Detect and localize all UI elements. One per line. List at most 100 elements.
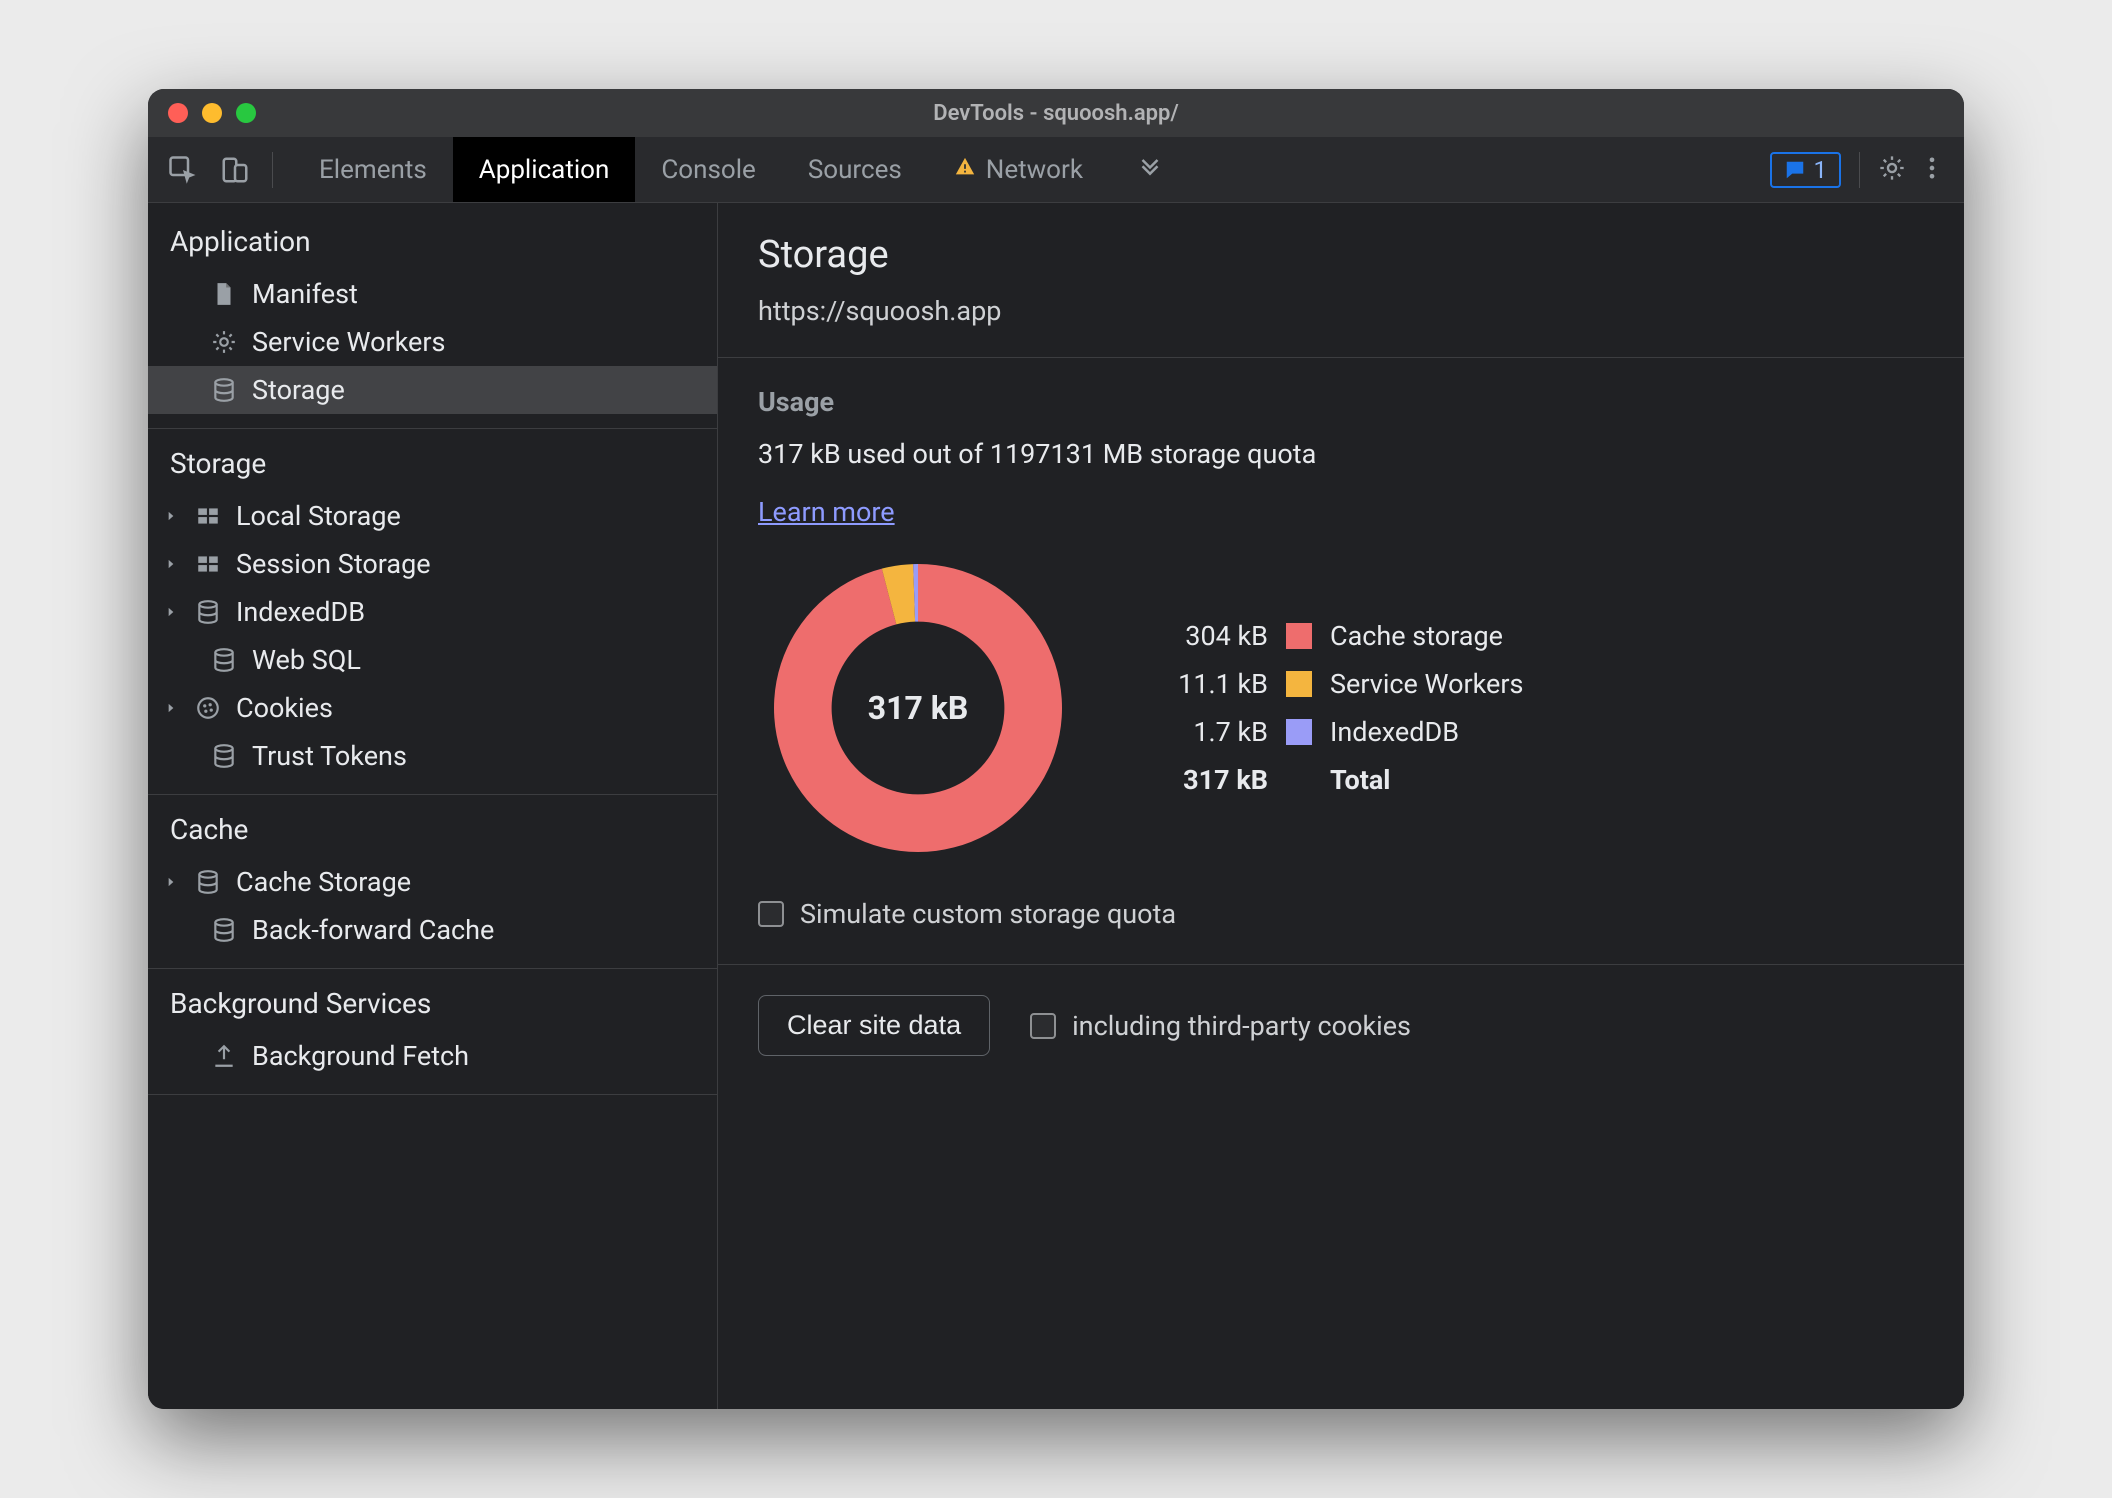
application-sidebar: Application Manifest Service Workers Storag… [148,203,718,1409]
legend-size: 11.1 kB [1138,668,1268,700]
tab-elements[interactable]: Elements [293,137,453,202]
gear-icon [210,328,238,356]
legend-row-total: 317 kB Total [1138,756,1523,804]
sidebar-item-storage[interactable]: Storage [148,366,717,414]
sidebar-item-manifest[interactable]: Manifest [148,270,717,318]
usage-heading: Usage [758,386,1924,418]
toolbar-divider [1859,152,1860,188]
sidebar-item-back-forward-cache[interactable]: Back-forward Cache [148,906,717,954]
sidebar-item-label: Back-forward Cache [252,914,494,946]
sidebar-item-label: Service Workers [252,326,445,358]
clear-site-data-button[interactable]: Clear site data [758,995,990,1056]
simulate-quota-label: Simulate custom storage quota [800,898,1176,930]
sidebar-item-web-sql[interactable]: Web SQL [148,636,717,684]
legend-row: 11.1 kB Service Workers [1138,660,1523,708]
sidebar-item-background-fetch[interactable]: Background Fetch [148,1032,717,1080]
window-title: DevTools - squoosh.app/ [148,101,1964,126]
tab-label: Elements [319,155,427,185]
third-party-cookies-checkbox[interactable] [1030,1013,1056,1039]
tab-label: Network [986,155,1083,185]
sidebar-item-trust-tokens[interactable]: Trust Tokens [148,732,717,780]
usage-legend: 304 kBCache storage 11.1 kB Service Worker… [1138,612,1523,804]
tab-label: Console [661,155,755,185]
legend-swatch [1286,623,1312,649]
sidebar-item-service-workers[interactable]: Service Workers [148,318,717,366]
inspect-element-button[interactable] [162,149,204,191]
chevron-right-icon [162,875,180,889]
legend-size: 317 kB [1138,764,1268,796]
db-icon [210,742,238,770]
chevron-right-icon [162,605,180,619]
chevron-right-icon [162,701,180,715]
learn-more-link[interactable]: Learn more [758,496,895,528]
chevron-right-icon [162,509,180,523]
sidebar-item-label: Cookies [236,692,333,724]
sidebar-divider [148,1094,717,1095]
devtools-window: DevTools - squoosh.app/ Elements Applica… [148,89,1964,1409]
db-icon [194,598,222,626]
db-icon [210,646,238,674]
sidebar-section-heading: Background Services [148,969,717,1032]
legend-swatch [1286,767,1312,793]
tab-application[interactable]: Application [453,137,636,202]
db-icon [194,868,222,896]
grid-icon [194,502,222,530]
main-panel: Storage https://squoosh.app Usage 317 kB… [718,203,1964,1409]
sidebar-item-session-storage[interactable]: Session Storage [148,540,717,588]
sidebar-item-cookies[interactable]: Cookies [148,684,717,732]
sidebar-item-local-storage[interactable]: Local Storage [148,492,717,540]
devtools-toolbar: Elements Application Console Sources Net… [148,137,1964,203]
device-toggle-button[interactable] [214,149,256,191]
sidebar-item-indexeddb[interactable]: IndexedDB [148,588,717,636]
legend-label: Service Workers [1330,668,1523,700]
upload-icon [210,1042,238,1070]
sidebar-item-cache-storage[interactable]: Cache Storage [148,858,717,906]
legend-label: IndexedDB [1330,716,1459,748]
issues-badge[interactable]: 1 [1770,152,1842,188]
devtools-tabs: Elements Application Console Sources Net… [293,137,1191,202]
sidebar-item-label: Cache Storage [236,866,411,898]
cookie-icon [194,694,222,722]
third-party-cookies-label: including third-party cookies [1072,1010,1411,1042]
tab-sources[interactable]: Sources [782,137,928,202]
legend-swatch [1286,671,1312,697]
tab-console[interactable]: Console [635,137,781,202]
sidebar-item-label: Local Storage [236,500,401,532]
usage-summary: 317 kB used out of 1197131 MB storage qu… [758,438,1924,470]
sidebar-item-label: Session Storage [236,548,431,580]
titlebar: DevTools - squoosh.app/ [148,89,1964,137]
file-icon [210,280,238,308]
legend-label: Total [1330,764,1390,796]
sidebar-item-label: Background Fetch [252,1040,469,1072]
warning-icon [954,155,976,185]
tab-label: Application [479,155,610,185]
issues-count: 1 [1814,156,1828,184]
settings-button[interactable] [1878,154,1906,186]
legend-swatch [1286,719,1312,745]
tab-label: Sources [808,155,902,185]
legend-size: 304 kB [1138,620,1268,652]
more-menu-button[interactable] [1918,154,1946,186]
db-icon [210,376,238,404]
usage-panel: Usage 317 kB used out of 1197131 MB stor… [718,357,1964,965]
sidebar-item-label: Trust Tokens [252,740,407,772]
sidebar-section-heading: Application [148,203,717,270]
tab-network[interactable]: Network [928,137,1109,202]
legend-size: 1.7 kB [1138,716,1268,748]
db-icon [210,916,238,944]
usage-donut-chart: 317 kB [758,548,1078,868]
tabs-overflow-button[interactable] [1109,137,1191,202]
legend-row: 304 kBCache storage [1138,612,1523,660]
content-area: ApplicationManifestService WorkersStorag… [148,203,1964,1409]
sidebar-item-label: Storage [252,374,345,406]
page-title: Storage [758,233,1924,277]
simulate-quota-checkbox[interactable] [758,901,784,927]
grid-icon [194,550,222,578]
sidebar-item-label: Manifest [252,278,358,310]
sidebar-section-heading: Storage [148,429,717,492]
chevron-right-icon [162,557,180,571]
sidebar-item-label: IndexedDB [236,596,365,628]
donut-center-label: 317 kB [758,548,1078,868]
sidebar-item-label: Web SQL [252,644,361,676]
chat-icon [1784,159,1806,181]
